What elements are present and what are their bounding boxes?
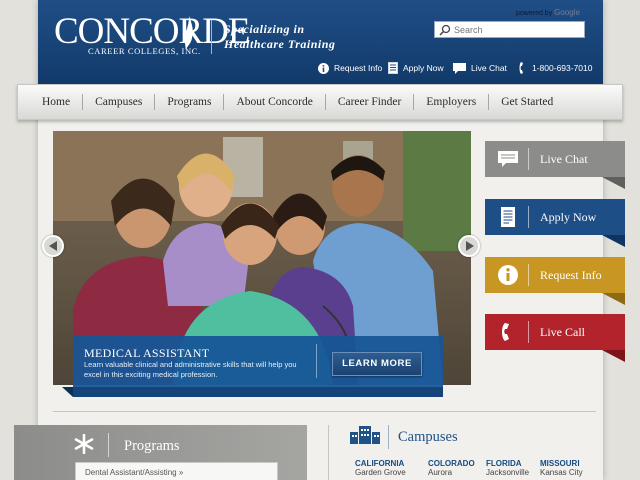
nav-about-concorde[interactable]: About Concorde	[224, 96, 324, 108]
google-brand: Google	[554, 8, 580, 17]
info-icon	[498, 265, 518, 285]
column-divider	[328, 425, 329, 480]
site-header: CONCORDE CAREER COLLEGES, INC. Specializ…	[38, 0, 603, 84]
document-icon	[388, 62, 398, 74]
side-button-label: Live Call	[540, 325, 585, 339]
side-apply-now-button[interactable]: Apply Now	[485, 199, 625, 235]
tagline: Specializing in Healthcare Training	[224, 22, 335, 52]
side-button-label: Apply Now	[540, 210, 597, 224]
chevron-left-icon	[49, 241, 57, 251]
caption-fold	[62, 387, 73, 397]
state-name: CALIFORNIA	[355, 459, 405, 468]
header-divider	[211, 20, 212, 54]
nav-programs[interactable]: Programs	[155, 96, 223, 108]
campus-link[interactable]: Aurora	[428, 468, 475, 477]
ribbon-fold	[602, 177, 625, 189]
campus-state-colorado[interactable]: COLORADO Aurora	[428, 459, 475, 477]
state-name: FLORIDA	[486, 459, 522, 468]
concorde-logo[interactable]: CONCORDE CAREER COLLEGES, INC.	[54, 11, 251, 56]
button-divider	[528, 264, 529, 286]
next-slide-button[interactable]	[458, 235, 480, 257]
campus-state-florida[interactable]: FLORIDA Jacksonville	[486, 459, 529, 477]
section-divider	[53, 411, 596, 412]
button-divider	[528, 206, 529, 228]
programs-divider	[108, 433, 109, 457]
ribbon-fold	[602, 235, 625, 247]
side-request-info-button[interactable]: Request Info	[485, 257, 625, 293]
side-live-chat-button[interactable]: Live Chat	[485, 141, 625, 177]
state-name: COLORADO	[428, 459, 475, 468]
caption-ribbon	[73, 387, 443, 397]
utility-phone[interactable]: 1-800-693-7010	[519, 61, 593, 75]
utility-request-info[interactable]: Request Info	[318, 61, 382, 75]
chat-icon	[453, 62, 466, 74]
powered-by-google: powered by Google	[516, 8, 580, 17]
campus-link[interactable]: Kansas City	[540, 468, 583, 477]
side-live-call-button[interactable]: Live Call	[485, 314, 625, 350]
campuses-title: Campuses	[398, 429, 458, 445]
nav-employers[interactable]: Employers	[414, 96, 488, 108]
button-divider	[528, 148, 529, 170]
state-name: MISSOURI	[540, 459, 580, 468]
hero-title: MEDICAL ASSISTANT	[84, 346, 210, 360]
nav-campuses[interactable]: Campuses	[83, 96, 154, 108]
search-icon[interactable]	[439, 24, 451, 36]
tagline-line-2: Healthcare Training	[224, 37, 336, 51]
document-icon	[501, 207, 515, 227]
phone-icon	[519, 62, 523, 74]
campus-link[interactable]: Jacksonville	[486, 468, 529, 477]
hero-description: Learn valuable clinical and administrati…	[84, 360, 297, 379]
utility-label: Request Info	[334, 63, 383, 73]
ribbon-fold	[602, 350, 625, 362]
button-divider	[528, 321, 529, 343]
side-button-label: Request Info	[540, 268, 602, 282]
main-nav: Home Campuses Programs About Concorde Ca…	[17, 84, 623, 120]
caption-divider	[316, 344, 317, 378]
prev-slide-button[interactable]	[42, 235, 64, 257]
search-box[interactable]	[434, 21, 585, 38]
tagline-line-1: Specializing in	[224, 22, 305, 36]
nav-career-finder[interactable]: Career Finder	[326, 96, 414, 108]
utility-live-chat[interactable]: Live Chat	[453, 61, 507, 75]
ribbon-fold	[602, 293, 625, 305]
campuses-divider	[388, 425, 389, 449]
campus-link[interactable]: Garden Grove	[355, 468, 406, 477]
powered-by-label: powered by	[516, 10, 553, 17]
utility-label: Apply Now	[403, 63, 444, 73]
programs-title: Programs	[124, 438, 180, 454]
side-button-label: Live Chat	[540, 152, 588, 166]
utility-label: 1-800-693-7010	[532, 63, 593, 73]
flame-icon	[184, 16, 193, 50]
campus-state-california[interactable]: CALIFORNIA Garden Grove	[355, 459, 406, 477]
learn-more-button[interactable]: LEARN MORE	[332, 352, 422, 376]
campus-state-missouri[interactable]: MISSOURI Kansas City	[540, 459, 583, 477]
nav-home[interactable]: Home	[30, 96, 82, 108]
nav-get-started[interactable]: Get Started	[489, 96, 565, 108]
hero-caption: MEDICAL ASSISTANT Learn valuable clinica…	[73, 336, 443, 387]
search-input[interactable]	[454, 23, 582, 37]
phone-icon	[502, 323, 509, 341]
asterisk-icon	[74, 434, 94, 454]
program-select[interactable]: Dental Assistant/Assisting »	[75, 462, 278, 480]
logo-wordmark: CONCORDE	[54, 11, 251, 52]
chevron-right-icon	[466, 241, 474, 251]
utility-label: Live Chat	[471, 63, 507, 73]
chat-icon	[498, 151, 518, 167]
utility-apply-now[interactable]: Apply Now	[388, 61, 444, 75]
info-icon	[318, 62, 329, 74]
building-icon	[350, 426, 380, 444]
